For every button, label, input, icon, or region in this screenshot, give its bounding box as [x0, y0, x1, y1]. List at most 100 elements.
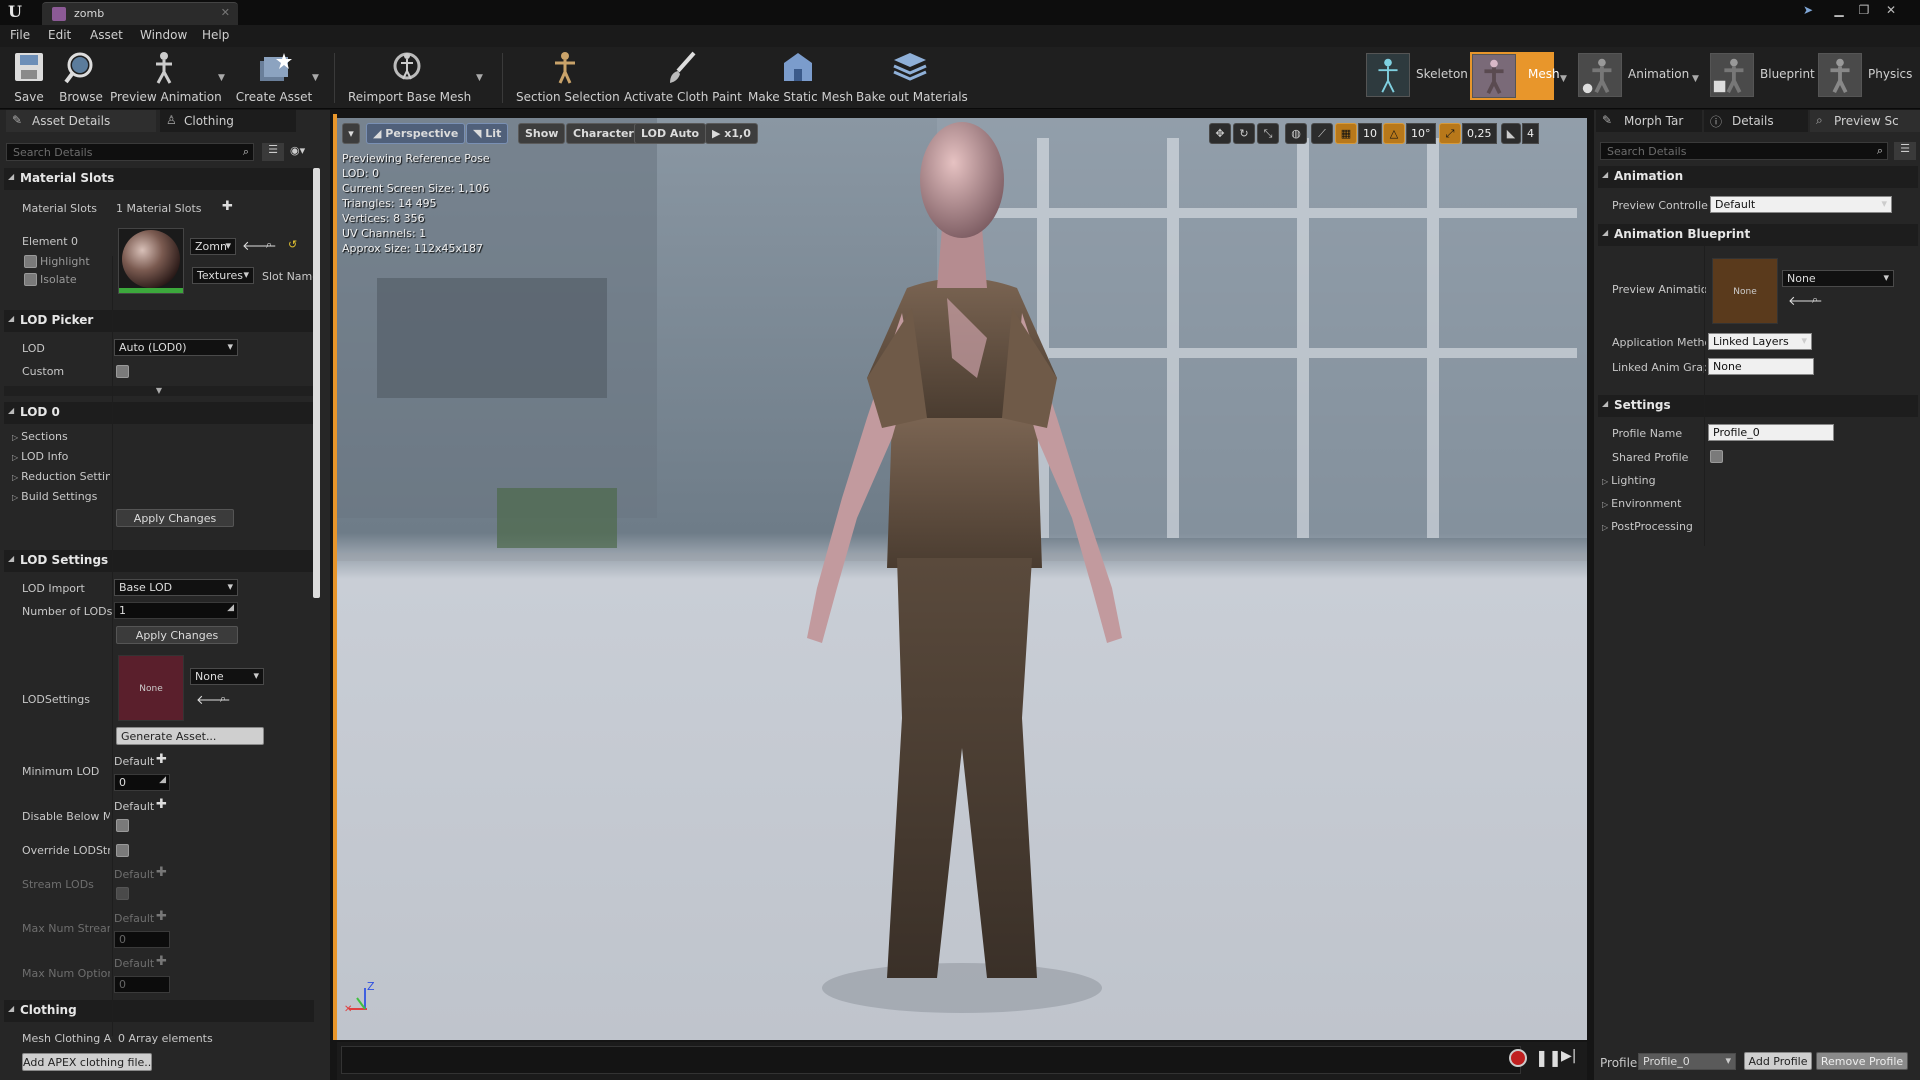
minimize-icon[interactable]: ▁: [1828, 2, 1850, 18]
add-override-icon[interactable]: ✚: [156, 797, 167, 812]
highlight-checkbox[interactable]: [24, 255, 37, 268]
lod-picker-section[interactable]: LOD Picker: [4, 310, 314, 332]
mode-mesh-dropdown-icon[interactable]: ▼: [1560, 74, 1567, 84]
world-local-icon[interactable]: ◍: [1285, 123, 1307, 144]
perspective-button[interactable]: ◢ Perspective: [366, 123, 466, 144]
scale-mode-icon[interactable]: ⤡: [1257, 123, 1279, 144]
record-icon[interactable]: [1509, 1049, 1527, 1067]
grid-snap-value[interactable]: 10: [1358, 123, 1382, 144]
disable-below-checkbox[interactable]: [116, 819, 129, 832]
rotation-snap-value[interactable]: 10°: [1406, 123, 1436, 144]
left-panel-scrollbar[interactable]: [313, 168, 320, 598]
preview-controller-combo[interactable]: Default: [1710, 196, 1892, 213]
preview-search-input[interactable]: Search Details ⌕: [1600, 142, 1888, 160]
preview-animation-combo[interactable]: None: [1782, 270, 1894, 287]
number-of-lods-field[interactable]: 1 ◢: [114, 602, 238, 619]
lod-0-section[interactable]: LOD 0: [4, 402, 314, 424]
rotation-snap-icon[interactable]: △: [1383, 123, 1405, 144]
view-options-icon[interactable]: ☰: [1894, 142, 1916, 160]
make-static-mesh-button[interactable]: Make Static Mesh: [748, 47, 853, 109]
material-combo[interactable]: Zomn: [190, 238, 236, 255]
material-thumbnail[interactable]: [118, 228, 184, 294]
sections-item[interactable]: Sections: [12, 430, 68, 443]
scale-snap-icon[interactable]: ⤢: [1439, 123, 1461, 144]
mode-animation[interactable]: Animation: [1578, 53, 1690, 99]
pause-icon[interactable]: ❚❚: [1535, 1048, 1562, 1067]
build-settings-item[interactable]: Build Settings: [12, 490, 97, 503]
material-slots-section[interactable]: Material Slots: [4, 168, 314, 190]
visibility-eye-icon[interactable]: ◉▾: [290, 144, 305, 157]
linked-anim-graph-field[interactable]: None: [1708, 358, 1814, 375]
tab-clothing[interactable]: ♙ Clothing: [160, 110, 296, 132]
add-apex-clothing-button[interactable]: Add APEX clothing file...: [22, 1053, 155, 1071]
add-profile-button[interactable]: Add Profile: [1744, 1052, 1812, 1070]
playback-speed-button[interactable]: ▶ x1,0: [705, 123, 758, 144]
preview-animation-thumbnail[interactable]: None: [1712, 258, 1778, 324]
browse-asset-icon[interactable]: ⌕: [266, 238, 272, 252]
textures-combo[interactable]: Textures: [192, 267, 254, 284]
browse-asset-icon[interactable]: ⌕: [220, 692, 226, 706]
lit-button[interactable]: ◥ Lit: [466, 123, 509, 144]
view-options-icon[interactable]: ☰: [262, 143, 284, 161]
reimport-base-mesh-button[interactable]: Reimport Base Mesh: [348, 47, 471, 109]
viewport[interactable]: Z ✕ ▾ ◢ Perspective ◥ Lit Show Character…: [337, 118, 1587, 1040]
lighting-item[interactable]: Lighting: [1602, 474, 1655, 487]
lodsettings-thumbnail[interactable]: None: [118, 655, 184, 721]
apply-changes-lod-button[interactable]: Apply Changes: [116, 626, 238, 644]
custom-checkbox[interactable]: [116, 365, 129, 378]
postprocessing-item[interactable]: PostProcessing: [1602, 520, 1693, 533]
add-override-icon[interactable]: ✚: [156, 752, 167, 767]
lod-auto-button[interactable]: LOD Auto: [634, 123, 707, 144]
preview-animation-button[interactable]: Preview Animation: [110, 47, 222, 109]
show-button[interactable]: Show: [518, 123, 566, 144]
mode-blueprint[interactable]: Blueprint: [1710, 53, 1815, 99]
lodsettings-combo[interactable]: None: [190, 668, 264, 685]
translate-mode-icon[interactable]: ✥: [1209, 123, 1231, 144]
lod-info-item[interactable]: LOD Info: [12, 450, 68, 463]
lod-combo[interactable]: Auto (LOD0): [114, 339, 238, 356]
step-forward-icon[interactable]: ▶|: [1561, 1048, 1576, 1064]
viewport-options-button[interactable]: ▾: [342, 123, 360, 144]
profile-name-field[interactable]: Profile_0: [1708, 424, 1834, 441]
shared-profile-checkbox[interactable]: [1710, 450, 1723, 463]
menu-edit[interactable]: Edit: [48, 28, 71, 42]
save-button[interactable]: Save: [6, 47, 52, 109]
expand-advanced-icon[interactable]: ▼: [4, 386, 314, 396]
generate-asset-button[interactable]: Generate Asset...: [116, 727, 264, 745]
grid-snap-icon[interactable]: ▦: [1335, 123, 1357, 144]
tab-preview-scene[interactable]: ⌕ Preview Sc: [1810, 110, 1920, 132]
isolate-checkbox[interactable]: [24, 273, 37, 286]
environment-item[interactable]: Environment: [1602, 497, 1681, 510]
create-asset-dropdown-icon[interactable]: ▼: [312, 73, 319, 83]
add-material-slot-icon[interactable]: ✚: [222, 199, 233, 214]
reset-to-default-icon[interactable]: ↺: [288, 238, 297, 251]
remove-profile-button[interactable]: Remove Profile: [1816, 1052, 1908, 1070]
section-selection-button[interactable]: Section Selection: [516, 47, 620, 109]
tab-morph-targets[interactable]: ✎ Morph Tar: [1596, 110, 1702, 132]
browse-button[interactable]: Browse: [56, 47, 106, 109]
surface-snap-icon[interactable]: ⟋: [1311, 123, 1333, 144]
profile-footer-combo[interactable]: Profile_0: [1638, 1053, 1736, 1070]
close-window-icon[interactable]: ✕: [1880, 2, 1902, 18]
timeline-scrubber[interactable]: [341, 1046, 1521, 1074]
menu-asset[interactable]: Asset: [90, 28, 123, 42]
clothing-section[interactable]: Clothing: [4, 1000, 314, 1022]
settings-section[interactable]: Settings: [1598, 395, 1918, 417]
menu-file[interactable]: File: [10, 28, 30, 42]
tab-details[interactable]: ⓘ Details: [1704, 110, 1808, 132]
mode-animation-dropdown-icon[interactable]: ▼: [1692, 74, 1699, 84]
apply-changes-button[interactable]: Apply Changes: [116, 509, 234, 527]
camera-speed-value[interactable]: 4: [1522, 123, 1539, 144]
animation-blueprint-section[interactable]: Animation Blueprint: [1598, 224, 1918, 246]
lod-settings-section[interactable]: LOD Settings: [4, 550, 314, 572]
animation-section[interactable]: Animation: [1598, 166, 1918, 188]
close-tab-icon[interactable]: ✕: [221, 6, 230, 19]
reimport-dropdown-icon[interactable]: ▼: [476, 73, 483, 83]
override-lod-streaming-checkbox[interactable]: [116, 844, 129, 857]
scale-snap-value[interactable]: 0,25: [1462, 123, 1497, 144]
mode-mesh[interactable]: Mesh: [1470, 52, 1560, 100]
feedback-icon[interactable]: ➤: [1797, 2, 1819, 18]
asset-details-search-input[interactable]: Search Details ⌕: [6, 143, 254, 161]
activate-cloth-paint-button[interactable]: Activate Cloth Paint: [624, 47, 742, 109]
application-method-combo[interactable]: Linked Layers: [1708, 333, 1812, 350]
